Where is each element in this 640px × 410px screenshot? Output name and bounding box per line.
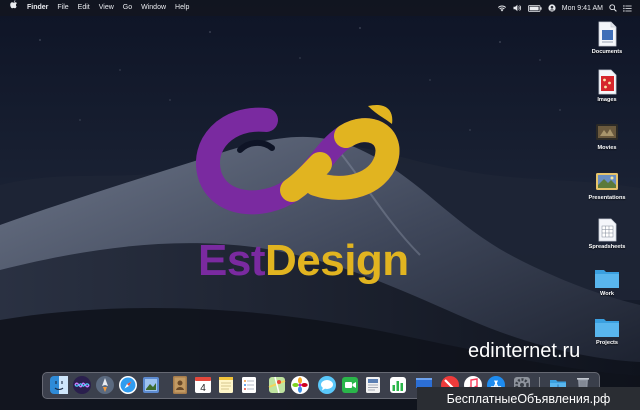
spotlight-icon[interactable] [609, 4, 617, 12]
wifi-icon[interactable] [497, 4, 507, 12]
logo-text-est: Est [198, 236, 265, 285]
images-file-icon [598, 69, 617, 95]
messages-icon[interactable] [317, 375, 337, 395]
logo-text-design: Design [264, 236, 409, 285]
battery-icon[interactable] [527, 4, 542, 12]
user-account-icon[interactable] [548, 4, 556, 12]
presentations-file-icon [596, 173, 618, 190]
desktop-icon-projects[interactable]: Projects [583, 315, 631, 346]
movies-folder-icon [596, 124, 618, 140]
menu-edit[interactable]: Edit [78, 0, 90, 16]
news-icon[interactable] [363, 375, 383, 395]
desktop-icon-label: Spreadsheets [588, 244, 626, 250]
documents-file-icon [598, 21, 617, 47]
desktop-icon-work[interactable]: Work [583, 266, 631, 297]
estdesign-logo-mark [196, 104, 400, 215]
desktop-icon-spreadsheets[interactable]: Spreadsheets [583, 217, 631, 250]
watermark: БесплатныеОбъявления.рф [417, 387, 640, 410]
menu-window[interactable]: Window [141, 0, 166, 16]
folder-icon [595, 319, 619, 337]
desktop-icon-label: Documents [591, 49, 623, 55]
maps-icon[interactable] [267, 375, 287, 395]
menu-file[interactable]: File [57, 0, 68, 16]
spreadsheets-file-icon [598, 218, 617, 242]
desktop-icon-label: Movies [597, 145, 617, 151]
desktop-icon-documents[interactable]: Documents [583, 20, 631, 55]
calendar-day-text: 4 [200, 383, 206, 394]
desktop-icon-images[interactable]: Images [583, 68, 631, 103]
launchpad-icon[interactable] [95, 375, 115, 395]
menu-go[interactable]: Go [123, 0, 132, 16]
desktop-screen: Finder File Edit View Go Window Help Mon… [0, 0, 640, 410]
contacts-icon[interactable] [170, 375, 190, 395]
menu-help[interactable]: Help [175, 0, 189, 16]
desktop-icon-label: Work [600, 291, 614, 297]
preview-icon[interactable] [141, 375, 161, 395]
desktop-icon-label: Images [597, 97, 617, 103]
facetime-icon[interactable] [340, 375, 360, 395]
menubar-clock[interactable]: Mon 9:41 AM [562, 5, 603, 12]
estdesign-logo-text: EstDesign [198, 236, 409, 286]
finder-icon[interactable] [49, 375, 69, 395]
numbers-icon[interactable] [388, 375, 408, 395]
siri-icon[interactable] [72, 375, 92, 395]
reminders-icon[interactable] [239, 375, 259, 395]
folder-icon [595, 270, 619, 288]
apple-icon[interactable] [10, 0, 18, 16]
menu-view[interactable]: View [99, 0, 114, 16]
calendar-icon[interactable]: 4 [193, 375, 213, 395]
desktop-icon-label: Presentations [588, 195, 626, 201]
menu-finder[interactable]: Finder [27, 0, 48, 16]
notes-icon[interactable] [216, 375, 236, 395]
menu-bar: Finder File Edit View Go Window Help Mon… [0, 0, 640, 16]
volume-icon[interactable] [513, 4, 522, 12]
notification-center-icon[interactable] [623, 4, 632, 12]
photos-icon[interactable] [290, 375, 310, 395]
desktop-icon-presentations[interactable]: Presentations [583, 168, 631, 201]
site-url-text: edinternet.ru [468, 340, 581, 362]
desktop-icon-label: Projects [595, 340, 619, 346]
desktop-icon-movies[interactable]: Movies [583, 118, 631, 151]
safari-icon[interactable] [118, 375, 138, 395]
